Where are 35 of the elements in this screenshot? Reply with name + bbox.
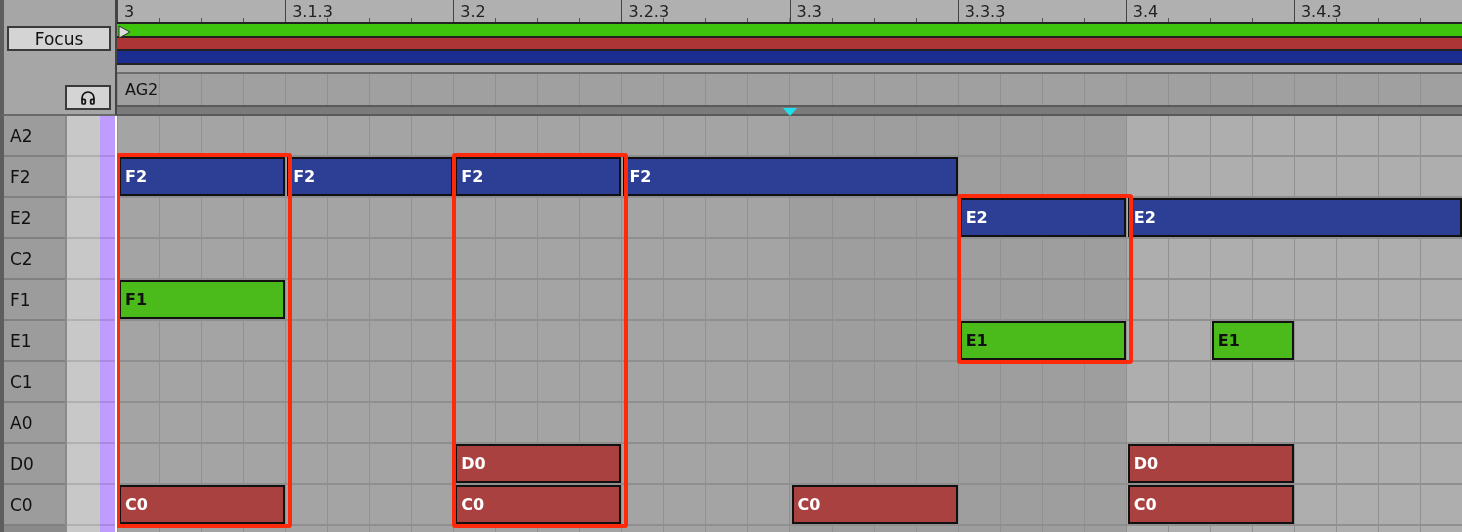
midi-note[interactable]: C0 [1127, 485, 1294, 524]
midi-note[interactable]: D0 [455, 444, 622, 483]
key-label[interactable]: E1 [4, 321, 65, 362]
clip-bar[interactable] [117, 24, 1462, 38]
key-label[interactable]: C1 [4, 362, 65, 403]
midi-note[interactable]: C0 [119, 485, 286, 524]
key-label[interactable]: D0 [4, 444, 65, 485]
note-grid[interactable]: F2 F2 F2 F2 E2 E2 F1 E1 E1 D0 D0 C0 C0 C0 C0 [115, 116, 1462, 532]
midi-note[interactable]: E2 [959, 198, 1126, 237]
key-label[interactable]: A0 [4, 403, 65, 444]
ruler-label: 3.2.3 [621, 0, 790, 22]
key-label[interactable]: A2 [4, 116, 65, 157]
midi-note[interactable]: F2 [287, 157, 454, 196]
headphones-icon [80, 89, 96, 106]
key-label[interactable]: F2 [4, 157, 65, 198]
midi-note[interactable]: F2 [623, 157, 958, 196]
midi-note[interactable]: F2 [119, 157, 286, 196]
key-label[interactable]: C2 [4, 239, 65, 280]
headphones-button[interactable] [65, 85, 111, 110]
time-ruler[interactable]: 3 3.1.3 3.2 3.2.3 3.3 3.3.3 3.4 3.4.3 [117, 0, 1462, 22]
clip-bar[interactable] [117, 51, 1462, 65]
key-label[interactable]: E2 [4, 198, 65, 239]
focus-button[interactable]: Focus [7, 26, 111, 51]
clip-name: AG2 [124, 80, 159, 99]
midi-note[interactable]: D0 [1127, 444, 1294, 483]
start-marker-icon[interactable] [118, 25, 132, 39]
midi-note[interactable]: C0 [455, 485, 622, 524]
key-label[interactable]: F1 [4, 280, 65, 321]
midi-note[interactable]: E1 [1211, 321, 1294, 360]
midi-note[interactable]: C0 [791, 485, 958, 524]
midi-note[interactable]: E1 [959, 321, 1126, 360]
midi-note[interactable]: E2 [1127, 198, 1462, 237]
midi-note[interactable]: F2 [455, 157, 622, 196]
midi-note[interactable]: F1 [119, 280, 286, 319]
key-label[interactable]: C0 [4, 485, 65, 526]
